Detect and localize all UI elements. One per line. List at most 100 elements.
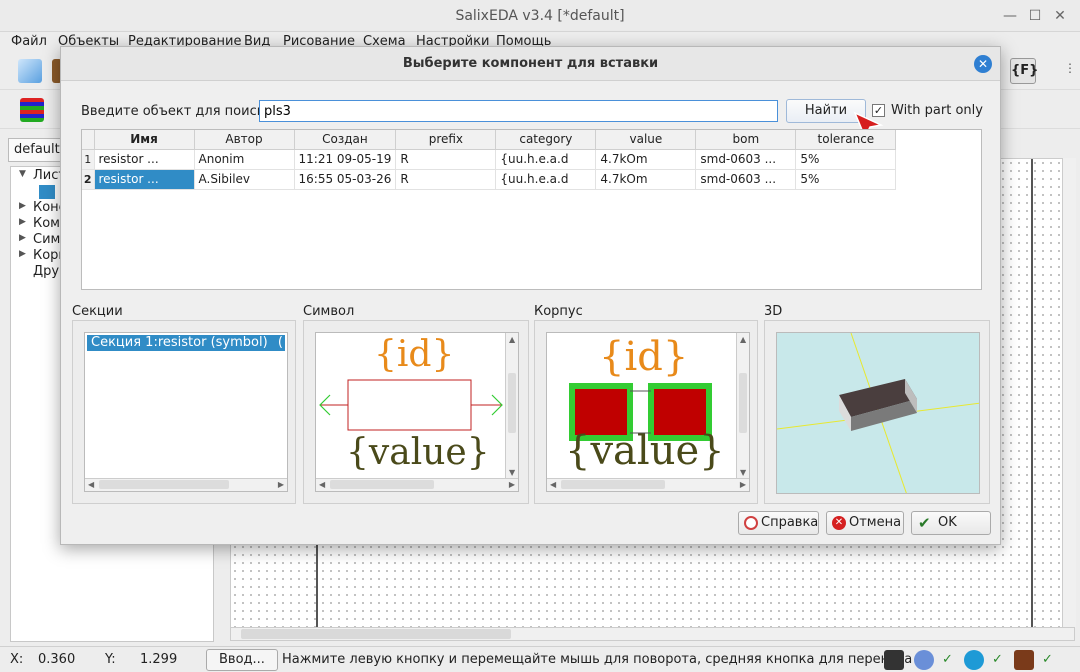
vertical-scrollbar[interactable]: ▲ ▼ xyxy=(505,333,518,479)
column-header[interactable]: prefix xyxy=(395,130,497,150)
check-icon: ✓ xyxy=(992,652,1003,667)
dialog-title: Выберите компонент для вставки xyxy=(61,47,1000,81)
status-message: Нажмите левую кнопку и перемещайте мышь … xyxy=(282,652,913,667)
table-row-selected[interactable]: 2 resistor ... A.Sibilev 16:55 05-03-26 … xyxy=(82,169,897,190)
horizontal-scrollbar[interactable]: ◀ ▶ xyxy=(316,478,518,491)
vertical-scrollbar[interactable]: ▲ ▼ xyxy=(736,333,749,479)
table-cell: smd-0603 ... xyxy=(695,149,797,170)
table-cell: resistor ... xyxy=(94,149,195,170)
scroll-left-icon[interactable]: ◀ xyxy=(88,480,94,489)
main-titlebar: SalixEDA v3.4 [*default] — ☐ ✕ xyxy=(0,0,1080,32)
corner-header xyxy=(82,130,95,150)
scroll-thumb[interactable] xyxy=(561,480,665,489)
package-value-text: {value} xyxy=(565,428,725,474)
scroll-right-icon[interactable]: ▶ xyxy=(740,480,746,489)
view3d-label: 3D xyxy=(764,304,783,319)
package-id-text: {id} xyxy=(599,334,689,380)
y-value: 1.299 xyxy=(140,652,178,667)
layers-icon[interactable] xyxy=(20,98,44,122)
horizontal-scrollbar[interactable]: ◀ ▶ xyxy=(85,478,287,491)
package-pane: {id} {value} ▲ ▼ ◀ ▶ xyxy=(534,320,758,504)
project-combo[interactable]: default xyxy=(8,138,68,162)
sheet-border-line xyxy=(316,539,318,629)
table-cell: 4.7kOm xyxy=(595,149,697,170)
component-picker-dialog: Выберите компонент для вставки ✕ Введите… xyxy=(60,46,1001,545)
table-cell: 4.7kOm xyxy=(595,169,697,190)
scroll-thumb[interactable] xyxy=(739,373,747,433)
scroll-thumb[interactable] xyxy=(99,480,229,489)
cloud-icon[interactable] xyxy=(964,650,984,670)
package-label: Корпус xyxy=(534,304,583,319)
column-header[interactable]: Создан xyxy=(294,130,397,150)
results-table[interactable]: Имя Автор Создан prefix category value b… xyxy=(81,129,982,290)
column-header[interactable]: value xyxy=(595,130,697,150)
table-cell: R xyxy=(395,169,497,190)
scroll-down-icon[interactable]: ▼ xyxy=(509,468,515,477)
minimize-icon[interactable]: — xyxy=(1000,6,1020,26)
expand-down-icon: ▼ xyxy=(19,169,26,179)
sheet-border-line xyxy=(1031,159,1033,629)
package-preview[interactable]: {id} {value} ▲ ▼ ◀ ▶ xyxy=(546,332,750,492)
scroll-right-icon[interactable]: ▶ xyxy=(509,480,515,489)
table-header: Имя Автор Создан prefix category value b… xyxy=(82,130,897,150)
check-icon: ✓ xyxy=(942,652,953,667)
x-label: X: xyxy=(10,652,24,667)
dialog-close-icon[interactable]: ✕ xyxy=(974,55,992,73)
sections-list[interactable]: Секция 1:resistor (symbol) ( ◀ ▶ xyxy=(84,332,288,492)
new-file-icon[interactable] xyxy=(18,59,42,83)
symbol-value-text: {value} xyxy=(346,432,490,473)
symbol-pane: {id} {value} ▲ ▼ ◀ ▶ xyxy=(303,320,529,504)
table-row[interactable]: 1 resistor ... Anonim 11:21 09-05-19 R {… xyxy=(82,149,897,170)
close-window-icon[interactable]: ✕ xyxy=(1050,6,1070,26)
resistor-3d-model xyxy=(777,333,979,493)
scroll-thumb[interactable] xyxy=(241,629,511,639)
table-cell: 11:21 09-05-19 xyxy=(294,149,397,170)
expand-right-icon: ▶ xyxy=(19,249,26,259)
scroll-left-icon[interactable]: ◀ xyxy=(319,480,325,489)
column-header[interactable]: tolerance xyxy=(795,130,897,150)
input-button[interactable]: Ввод... xyxy=(206,649,278,671)
symbol-preview[interactable]: {id} {value} ▲ ▼ ◀ ▶ xyxy=(315,332,519,492)
sections-pane: Секция 1:resistor (symbol) ( ◀ ▶ xyxy=(72,320,296,504)
cancel-button[interactable]: ✕ Отмена xyxy=(826,511,904,535)
scroll-thumb[interactable] xyxy=(508,373,516,433)
help-button[interactable]: Справка xyxy=(738,511,819,535)
canvas-horizontal-scrollbar[interactable] xyxy=(230,627,1075,641)
clapper-icon[interactable] xyxy=(884,650,904,670)
expand-right-icon: ▶ xyxy=(19,201,26,211)
table-cell: {uu.h.e.a.d xyxy=(495,169,597,190)
scroll-thumb[interactable] xyxy=(330,480,434,489)
expand-right-icon: ▶ xyxy=(19,233,26,243)
table-cell: 5% xyxy=(795,149,897,170)
view3d-pane xyxy=(764,320,990,504)
column-header[interactable]: bom xyxy=(695,130,797,150)
list-item-selected[interactable]: Секция 1:resistor (symbol) ( xyxy=(87,335,285,351)
scroll-up-icon[interactable]: ▲ xyxy=(509,335,515,344)
ok-button[interactable]: ✔ OK xyxy=(911,511,991,535)
toolbar-more-icon[interactable]: ⋮ xyxy=(1064,61,1076,85)
tree-item-selected[interactable] xyxy=(39,185,55,199)
symbol-label: Символ xyxy=(303,304,355,319)
table-cell: resistor ... xyxy=(94,169,195,190)
view3d-viewport[interactable] xyxy=(776,332,980,494)
scroll-right-icon[interactable]: ▶ xyxy=(278,480,284,489)
x-value: 0.360 xyxy=(38,652,76,667)
cancel-icon: ✕ xyxy=(832,516,846,530)
network-icon[interactable] xyxy=(914,650,934,670)
column-header[interactable]: category xyxy=(495,130,597,150)
maximize-icon[interactable]: ☐ xyxy=(1025,6,1045,26)
scroll-up-icon[interactable]: ▲ xyxy=(740,335,746,344)
search-input[interactable] xyxy=(259,100,778,122)
library-icon[interactable] xyxy=(1014,650,1034,670)
canvas-vertical-scrollbar[interactable] xyxy=(1062,158,1076,628)
scroll-down-icon[interactable]: ▼ xyxy=(740,468,746,477)
column-header[interactable]: Автор xyxy=(194,130,295,150)
column-header[interactable]: Имя xyxy=(94,130,195,150)
menu-file[interactable]: Файл xyxy=(11,34,47,49)
status-bar: X: 0.360 Y: 1.299 Ввод... Нажмите левую … xyxy=(0,646,1080,672)
table-cell: smd-0603 ... xyxy=(695,169,797,190)
horizontal-scrollbar[interactable]: ◀ ▶ xyxy=(547,478,749,491)
scroll-left-icon[interactable]: ◀ xyxy=(550,480,556,489)
table-cell: A.Sibilev xyxy=(194,169,295,190)
function-icon[interactable]: {F} xyxy=(1010,58,1038,84)
